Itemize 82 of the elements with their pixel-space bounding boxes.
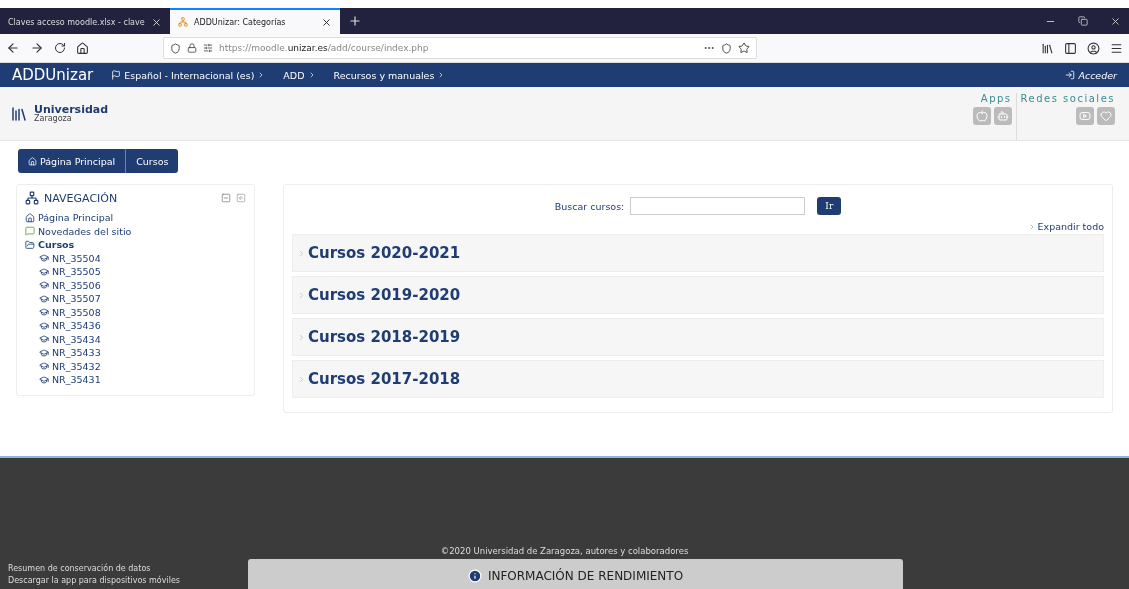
copyright-text: ©2020 Universidad de Zaragoza, autores y colaboradores xyxy=(439,546,690,556)
category-row[interactable]: Cursos 2017-2018 xyxy=(292,360,1104,398)
category-title[interactable]: Cursos 2017-2018 xyxy=(308,370,461,388)
restore-icon[interactable] xyxy=(1078,16,1088,26)
navigation-item[interactable]: NR_35436 xyxy=(25,319,246,333)
navigation-item[interactable]: NR_35434 xyxy=(25,332,246,346)
logo-title: Universidad xyxy=(34,104,109,115)
navigation-item[interactable]: NR_35507 xyxy=(25,292,246,306)
social-label: Redes sociales xyxy=(1020,93,1115,104)
graduation-cap-icon xyxy=(39,253,49,264)
graduation-cap-icon xyxy=(39,280,49,291)
sitemap-icon xyxy=(25,191,39,205)
category-title[interactable]: Cursos 2019-2020 xyxy=(308,286,461,304)
close-icon[interactable] xyxy=(321,16,332,28)
breadcrumb-item[interactable]: Página Principal xyxy=(18,149,126,173)
block-title: NAVEGACIÓN xyxy=(44,191,119,205)
category-row[interactable]: Cursos 2020-2021 xyxy=(292,234,1104,272)
lock-icon xyxy=(187,43,197,53)
browser-tab[interactable]: ADDUnizar: Categorías xyxy=(170,8,340,34)
footer-link[interactable]: Resumen de conservación de datos xyxy=(8,564,248,573)
reload-icon[interactable] xyxy=(54,42,66,54)
category-row[interactable]: Cursos 2019-2020 xyxy=(292,276,1104,314)
login-link[interactable]: Acceder xyxy=(1065,69,1117,81)
navigation-item[interactable]: NR_35505 xyxy=(25,265,246,279)
info-icon xyxy=(467,569,482,583)
search-button[interactable]: Ir xyxy=(817,197,842,215)
graduation-cap-icon xyxy=(39,347,49,358)
permissions-icon xyxy=(203,43,213,53)
close-icon[interactable] xyxy=(1110,15,1121,27)
category-title[interactable]: Cursos 2018-2019 xyxy=(308,328,461,346)
library-icon[interactable] xyxy=(1041,41,1054,55)
shield-icon xyxy=(170,42,181,54)
home-icon xyxy=(28,156,37,166)
new-tab-icon[interactable] xyxy=(348,14,362,28)
navigation-item[interactable]: NR_35508 xyxy=(25,305,246,319)
site-icon xyxy=(178,17,188,27)
graduation-cap-icon xyxy=(39,374,49,385)
breadcrumb-item[interactable]: Cursos xyxy=(125,149,179,173)
graduation-cap-icon xyxy=(39,266,49,277)
site-brand[interactable]: ADDUnizar xyxy=(12,66,94,84)
url-text: https://moodle.unizar.es/add/course/index.php xyxy=(219,43,430,53)
account-icon[interactable] xyxy=(1087,41,1100,55)
graduation-cap-icon xyxy=(39,361,49,372)
navigation-item[interactable]: Página Principal xyxy=(25,211,246,225)
navigation-item[interactable]: NR_35433 xyxy=(25,346,246,360)
nav-menu[interactable]: Español - Internacional (es) xyxy=(111,69,266,81)
forward-icon[interactable] xyxy=(30,41,44,55)
back-icon[interactable] xyxy=(6,41,20,55)
home-icon[interactable] xyxy=(76,41,89,55)
nav-menu[interactable]: ADD xyxy=(283,69,316,81)
news-icon xyxy=(25,226,35,237)
login-icon xyxy=(1065,70,1076,80)
navigation-item[interactable]: NR_35504 xyxy=(25,251,246,265)
nav-menu[interactable]: Recursos y manuales xyxy=(333,69,446,81)
footer-link[interactable]: Descargar la app para dispositivos móviles xyxy=(8,576,248,585)
panel-title: INFORMACIÓN DE RENDIMIENTO xyxy=(487,569,684,583)
address-bar[interactable]: https://moodle.unizar.es/add/course/index.php xyxy=(163,37,757,59)
navigation-item[interactable]: NR_35432 xyxy=(25,359,246,373)
graduation-cap-icon xyxy=(39,334,49,345)
logo-subtitle: Zaragoza xyxy=(34,115,72,123)
folder-icon xyxy=(25,239,35,250)
graduation-cap-icon xyxy=(39,320,49,331)
navigation-item[interactable]: Cursos xyxy=(25,238,246,252)
category-row[interactable]: Cursos 2018-2019 xyxy=(292,318,1104,356)
graduation-cap-icon xyxy=(39,293,49,304)
search-label: Buscar cursos: xyxy=(554,200,625,212)
category-title[interactable]: Cursos 2020-2021 xyxy=(308,244,461,262)
expand-all-link[interactable]: Expandir todo xyxy=(1027,221,1104,232)
star-icon[interactable] xyxy=(738,42,750,54)
university-logo-icon xyxy=(10,104,28,123)
flag-icon xyxy=(111,70,122,80)
home-icon xyxy=(25,212,35,223)
close-icon[interactable] xyxy=(151,16,162,28)
browser-tab[interactable]: Claves acceso moodle.xlsx - clave xyxy=(0,8,170,34)
navigation-item[interactable]: NR_35431 xyxy=(25,373,246,387)
apps-label: Apps xyxy=(980,93,1012,104)
search-field[interactable] xyxy=(630,197,806,215)
menu-icon[interactable] xyxy=(1110,41,1123,55)
navigation-item[interactable]: Novedades del sitio xyxy=(25,224,246,238)
sidebar-icon[interactable] xyxy=(1064,41,1077,55)
graduation-cap-icon xyxy=(39,307,49,318)
navigation-item[interactable]: NR_35506 xyxy=(25,278,246,292)
